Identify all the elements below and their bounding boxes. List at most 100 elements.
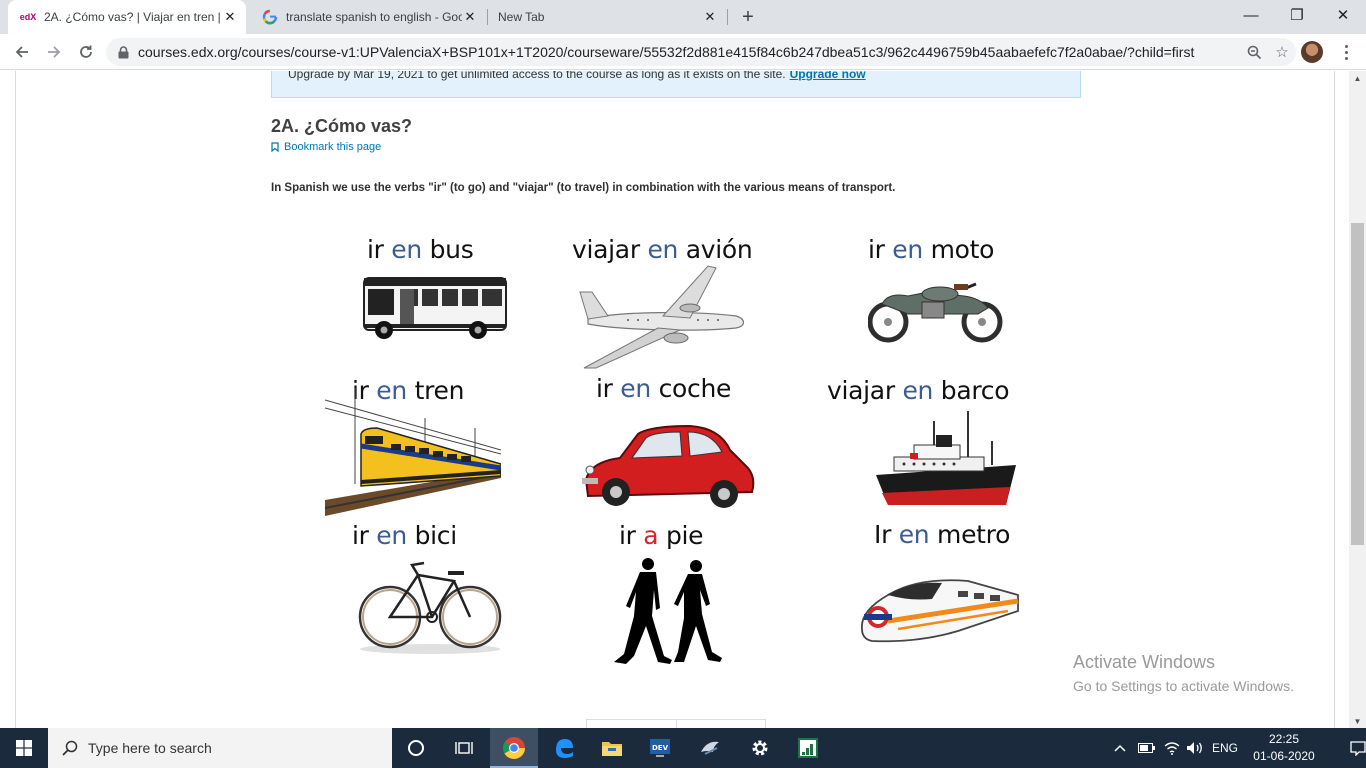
project-chart-icon (798, 738, 818, 758)
windows-logo-icon (16, 740, 32, 756)
tray-network[interactable] (1164, 728, 1180, 768)
taskbar-chrome[interactable] (490, 728, 538, 768)
reload-icon (80, 45, 92, 58)
clock-date: 01-06-2020 (1253, 749, 1315, 763)
metro-train-icon (861, 579, 1019, 643)
taskbar-bird-app[interactable] (686, 728, 734, 768)
sequence-navigation[interactable] (586, 719, 766, 728)
lock-icon (118, 45, 130, 59)
forward-button[interactable] (40, 38, 68, 66)
taskbar-settings[interactable] (736, 728, 784, 768)
taskbar-edge[interactable] (540, 728, 588, 768)
clock-time: 22:25 (1268, 732, 1300, 746)
tab-new-tab[interactable]: New Tab ✕ (488, 0, 726, 34)
windows-taskbar: Type here to search DEV ENG 22:25 01-06-… (0, 728, 1366, 768)
gear-icon (752, 740, 768, 756)
scroll-up-arrow[interactable]: ▲ (1349, 71, 1366, 85)
reload-button[interactable] (72, 38, 100, 66)
minimize-button[interactable]: — (1228, 0, 1274, 30)
label-ir-en-bici: ir en bici (352, 521, 457, 550)
upgrade-banner: Upgrade by Mar 19, 2021 to get unlimited… (271, 71, 1081, 98)
browser-menu-icon[interactable] (1336, 40, 1356, 64)
tab-title: New Tab (498, 10, 545, 24)
taskbar-dev-app[interactable]: DEV (636, 728, 684, 768)
taskbar-search-box[interactable]: Type here to search (48, 728, 392, 768)
cortana-circle-icon (408, 740, 424, 756)
bus-icon (363, 277, 507, 339)
new-tab-button[interactable]: + (734, 4, 762, 30)
close-icon[interactable]: ✕ (462, 9, 478, 25)
tray-notifications[interactable] (1350, 728, 1366, 768)
label-viajar-en-avion: viajar en avión (572, 235, 753, 264)
watermark-title: Activate Windows (1073, 652, 1216, 672)
arrow-left-icon (15, 46, 28, 58)
tray-show-hidden-icons[interactable] (1114, 728, 1126, 768)
notification-icon (1350, 741, 1366, 756)
close-icon[interactable]: ✕ (222, 9, 238, 25)
back-button[interactable] (8, 38, 36, 66)
cortana-button[interactable] (392, 728, 440, 768)
wifi-icon (1164, 742, 1180, 755)
maximize-button[interactable]: ❐ (1274, 0, 1320, 30)
bookmark-label: Bookmark this page (284, 141, 382, 153)
google-icon (262, 9, 278, 25)
start-button[interactable] (0, 728, 48, 768)
watermark-subtitle: Go to Settings to activate Windows. (1073, 678, 1294, 694)
edx-logo-icon: edX (19, 12, 37, 22)
page-scrollbar[interactable]: ▲ ▼ (1349, 71, 1366, 728)
label-viajar-en-barco: viajar en barco (827, 376, 1010, 405)
tab-edx-course[interactable]: edX 2A. ¿Cómo vas? | Viajar en tren | UP… (8, 0, 246, 34)
airplane-icon (579, 265, 745, 369)
close-window-button[interactable]: ✕ (1320, 0, 1366, 30)
arrow-right-icon (48, 46, 61, 58)
tray-language[interactable]: ENG (1212, 728, 1238, 768)
label-ir-en-bus: ir en bus (367, 235, 474, 264)
bird-app-icon (701, 741, 719, 755)
edge-icon (556, 739, 573, 758)
bookmark-button[interactable]: Bookmark this page (271, 141, 381, 153)
train-icon (325, 388, 501, 516)
taskbar-project-app[interactable] (784, 728, 832, 768)
chevron-up-icon (1114, 744, 1126, 752)
label-ir-en-coche: ir en coche (596, 374, 732, 403)
zoom-icon[interactable] (1240, 45, 1268, 60)
chrome-icon (503, 737, 525, 759)
activate-windows-watermark: Activate Windows Go to Settings to activ… (1073, 652, 1294, 694)
bicycle-icon (358, 561, 502, 654)
ship-icon (876, 411, 1016, 505)
svg-text:DEV: DEV (652, 744, 669, 752)
speaker-icon (1187, 742, 1202, 754)
bookmark-star-icon[interactable]: ☆ (1268, 43, 1296, 61)
taskbar-file-explorer[interactable] (588, 728, 636, 768)
close-icon[interactable]: ✕ (702, 9, 718, 25)
upgrade-text: Upgrade by Mar 19, 2021 to get unlimited… (288, 71, 786, 81)
task-view-icon (455, 742, 473, 754)
search-icon (62, 740, 78, 756)
label-ir-en-metro: Ir en metro (874, 520, 1011, 549)
scroll-thumb[interactable] (1351, 223, 1364, 545)
scroll-down-arrow[interactable]: ▼ (1349, 714, 1366, 728)
tray-volume[interactable] (1186, 728, 1204, 768)
page-title: 2A. ¿Cómo vas? (271, 116, 413, 136)
browser-tab-strip: edX 2A. ¿Cómo vas? | Viajar en tren | UP… (0, 0, 1366, 34)
url-text: courses.edx.org/courses/course-v1:UPVale… (138, 44, 1195, 60)
walking-people-icon (614, 558, 722, 664)
battery-icon (1138, 743, 1155, 753)
address-bar[interactable]: courses.edx.org/courses/course-v1:UPVale… (106, 38, 1296, 66)
motorcycle-icon (868, 282, 1003, 343)
dev-app-icon: DEV (650, 739, 670, 757)
tab-separator (727, 9, 728, 25)
upgrade-now-link[interactable]: Upgrade now (790, 71, 866, 81)
label-ir-en-moto: ir en moto (868, 235, 995, 264)
profile-avatar[interactable] (1301, 41, 1323, 63)
tab-title: translate spanish to english - Google Se… (286, 10, 462, 24)
car-icon (582, 424, 755, 508)
task-view-button[interactable] (440, 728, 488, 768)
tab-google-search[interactable]: translate spanish to english - Google Se… (250, 0, 486, 34)
tray-battery[interactable] (1138, 728, 1156, 768)
label-ir-a-pie: ir a pie (619, 521, 704, 550)
page-viewport: Upgrade by Mar 19, 2021 to get unlimited… (0, 71, 1349, 728)
taskbar-clock[interactable]: 22:25 01-06-2020 (1248, 731, 1320, 765)
bookmark-icon (271, 142, 279, 152)
search-placeholder: Type here to search (88, 740, 212, 756)
